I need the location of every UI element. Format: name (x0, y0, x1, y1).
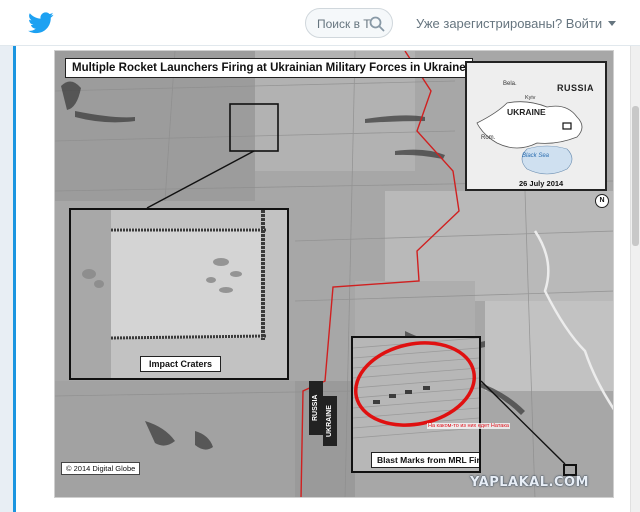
minimap-russia-label: RUSSIA (557, 83, 595, 93)
minimap-belarus-label: Bela. (503, 81, 517, 87)
top-bar: Поиск в Т Уже зарегистрированы? Войти (0, 0, 640, 46)
minimap-romania-label: Rom. (481, 135, 496, 141)
locator-minimap: RUSSIA Bela. Kyiv UKRAINE Rom. Black Sea… (465, 61, 607, 191)
search-box[interactable]: Поиск в Т (305, 8, 393, 38)
watermark: YAPLAKAL.COM (470, 475, 589, 490)
left-side-strip (0, 46, 16, 512)
tweet-image[interactable]: Multiple Rocket Launchers Firing at Ukra… (54, 50, 614, 498)
inset-craters-map (71, 210, 287, 378)
image-title: Multiple Rocket Launchers Firing at Ukra… (65, 58, 473, 78)
minimap-kyiv-label: Kyiv (525, 95, 536, 101)
inset-blast-marks: Blast Marks from MRL Fire (351, 336, 481, 473)
copyright-label: © 2014 Digital Globe (61, 462, 141, 475)
scrollbar[interactable] (630, 46, 640, 512)
login-dropdown[interactable]: Уже зарегистрированы? Войти (416, 16, 617, 31)
search-input[interactable]: Поиск в Т (317, 17, 373, 31)
search-icon[interactable] (368, 15, 386, 33)
blast-marks-label: Blast Marks from MRL Fire (371, 452, 479, 468)
north-arrow-icon: N (595, 194, 609, 208)
twitter-bird-icon[interactable] (28, 12, 54, 34)
border-label-russia: RUSSIA (309, 381, 323, 435)
scrollbar-thumb[interactable] (632, 106, 639, 246)
annotation-note: На каком-то из них едет Натака (427, 423, 510, 429)
minimap-ukraine-label: UKRAINE (507, 107, 546, 117)
inset-impact-craters: Impact Craters (69, 208, 289, 380)
minimap-shapes (467, 63, 605, 189)
chevron-down-icon (608, 21, 617, 26)
border-label-ukraine: UKRAINE (323, 396, 337, 446)
impact-craters-label: Impact Craters (140, 356, 222, 372)
image-date: 26 July 2014 (519, 179, 564, 188)
minimap-black-sea-label: Black Sea (522, 153, 550, 159)
login-link[interactable]: Уже зарегистрированы? Войти (416, 16, 602, 31)
